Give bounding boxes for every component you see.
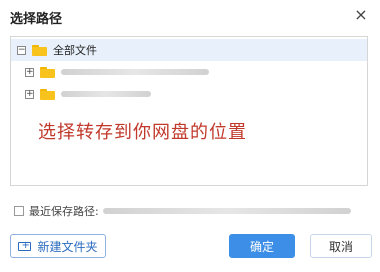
recent-path-row: 最近保存路径:: [14, 203, 374, 219]
folder-name-redacted: [61, 69, 209, 75]
tree-folder-row[interactable]: +: [25, 61, 209, 83]
folder-icon: [40, 66, 55, 78]
new-folder-icon: +: [18, 241, 32, 251]
dialog-titlebar: 选择路径 ×: [0, 0, 380, 34]
new-folder-button[interactable]: + 新建文件夹: [10, 234, 106, 258]
dialog-title: 选择路径: [10, 12, 63, 27]
confirm-label: 确定: [249, 239, 274, 254]
folder-tree: − 全部文件 + +: [10, 36, 368, 186]
annotation-text: 选择转存到你网盘的位置: [38, 122, 247, 143]
recent-path-checkbox[interactable]: [14, 206, 24, 216]
close-icon[interactable]: ×: [352, 6, 370, 24]
recent-path-label: 最近保存路径:: [29, 205, 99, 218]
collapse-toggle-icon[interactable]: −: [17, 45, 26, 55]
expand-toggle-icon[interactable]: +: [25, 67, 34, 77]
tree-root-row[interactable]: − 全部文件: [11, 39, 367, 61]
folder-name-redacted: [61, 91, 151, 97]
confirm-button[interactable]: 确定: [229, 234, 295, 258]
folder-icon: [40, 88, 55, 100]
cancel-button[interactable]: 取消: [310, 234, 372, 258]
select-path-dialog: 选择路径 × − 全部文件 + + 选择转存到你网盘的位置 最近保存路径: + …: [0, 0, 380, 272]
recent-path-redacted: [102, 208, 351, 214]
folder-icon: [32, 44, 47, 56]
cancel-label: 取消: [328, 239, 353, 254]
new-folder-label: 新建文件夹: [37, 239, 98, 254]
expand-toggle-icon[interactable]: +: [25, 89, 34, 99]
tree-root-label: 全部文件: [53, 44, 97, 57]
tree-folder-row[interactable]: +: [25, 83, 151, 105]
